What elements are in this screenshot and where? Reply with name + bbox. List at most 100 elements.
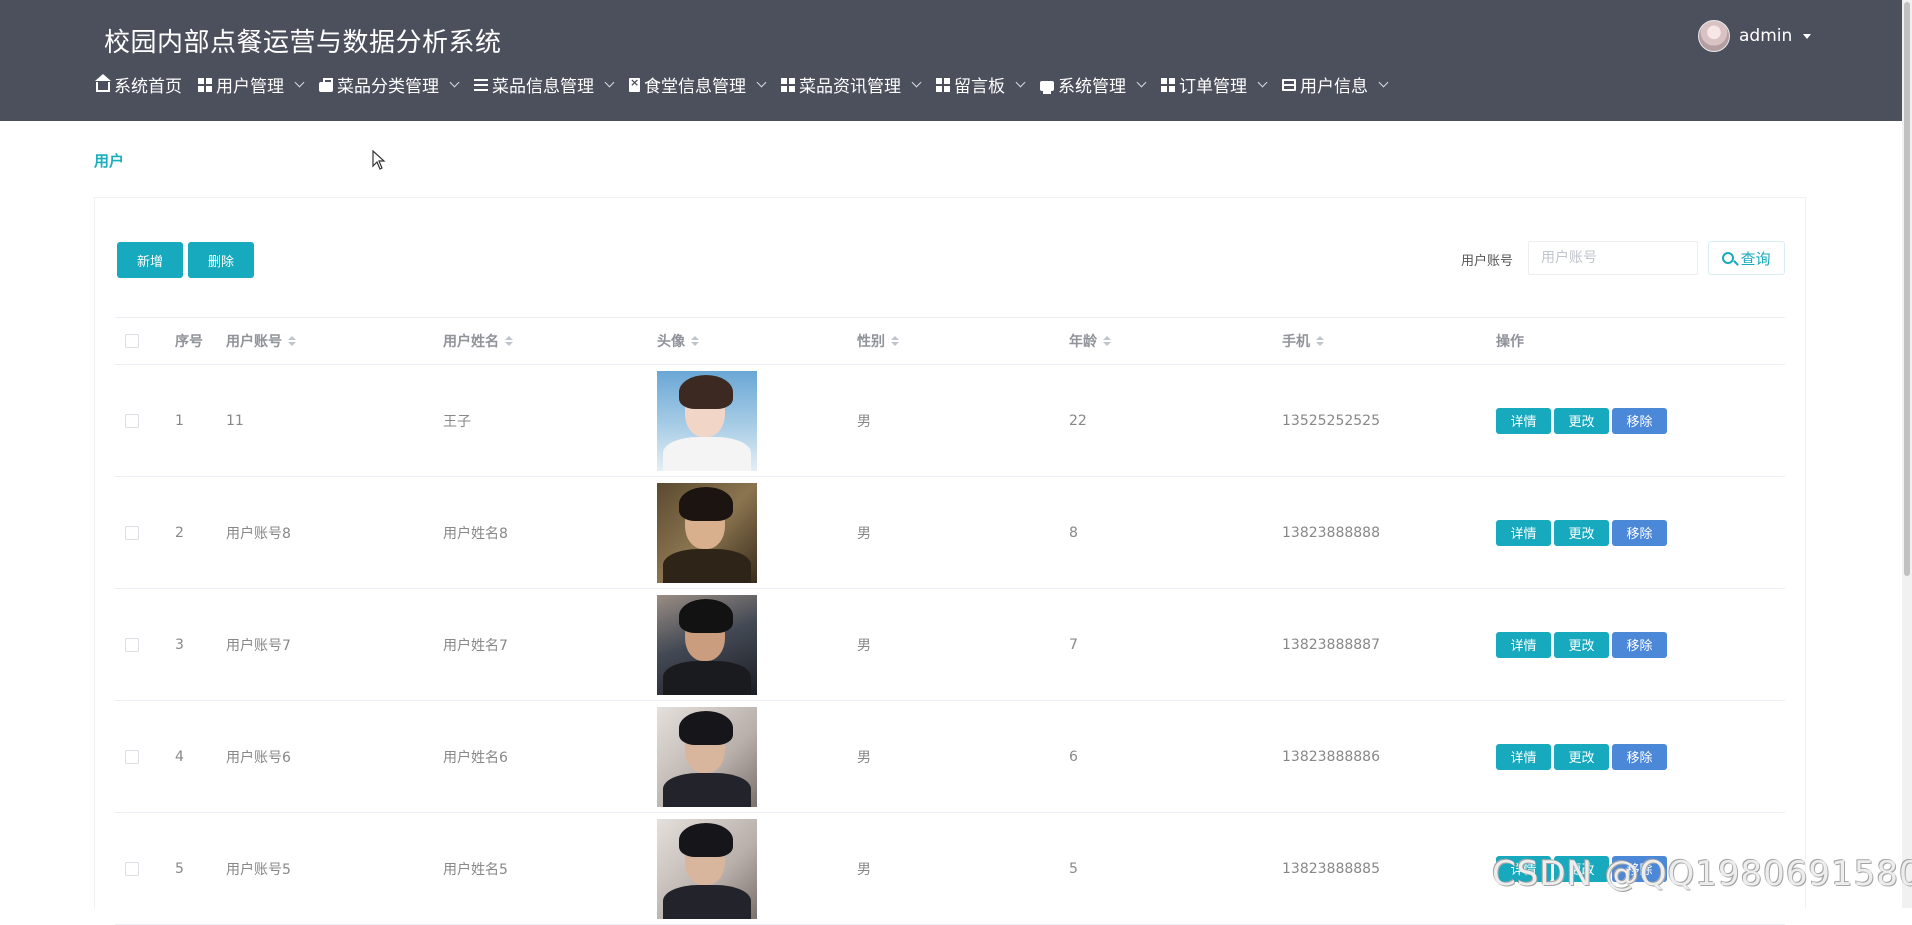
vertical-scrollbar[interactable] [1902, 0, 1912, 908]
nav-label: 食堂信息管理 [644, 77, 746, 97]
sort-icon[interactable] [1316, 336, 1324, 346]
main-nav: 系统首页 用户管理 菜品分类管理 菜品信息管理 食堂信息管理 菜品资讯管理 [95, 72, 1389, 97]
column-header-phone[interactable]: 手机 [1282, 318, 1324, 364]
user-avatar-image[interactable] [657, 371, 757, 471]
detail-button[interactable]: 详情 [1496, 743, 1551, 770]
mouse-cursor-icon [372, 150, 386, 170]
row-index: 3 [175, 636, 184, 653]
detail-button[interactable]: 详情 [1496, 407, 1551, 434]
caret-down-icon [1803, 33, 1812, 39]
row-account: 用户账号6 [226, 749, 291, 766]
row-index: 2 [175, 524, 184, 541]
table-row: 2 用户账号8 用户姓名8 男 8 13823888888 详情 更改 移除 [115, 477, 1785, 589]
table-header: 序号 用户账号 用户姓名 头像 性别 年龄 手机 操作 [115, 318, 1785, 365]
sort-icon[interactable] [1103, 336, 1111, 346]
grid-icon [936, 77, 950, 92]
home-icon [95, 73, 111, 92]
chevron-down-icon [1136, 77, 1147, 88]
grid-icon [1161, 77, 1175, 92]
remove-button[interactable]: 移除 [1612, 519, 1667, 546]
row-phone: 13823888887 [1282, 636, 1380, 653]
user-avatar-image[interactable] [657, 819, 757, 919]
nav-label: 留言板 [954, 77, 1005, 97]
sort-icon[interactable] [891, 336, 899, 346]
detail-button[interactable]: 详情 [1496, 519, 1551, 546]
column-label: 用户姓名 [443, 334, 499, 350]
row-checkbox[interactable] [125, 861, 139, 876]
column-header-gender[interactable]: 性别 [857, 318, 899, 364]
nav-item-message-board[interactable]: 留言板 [936, 72, 1026, 97]
remove-button[interactable]: 移除 [1612, 407, 1667, 434]
remove-button[interactable]: 移除 [1612, 631, 1667, 658]
card-icon [1282, 79, 1296, 91]
breadcrumb[interactable]: 用户 [94, 150, 124, 171]
row-gender: 男 [857, 413, 871, 430]
row-index: 5 [175, 860, 184, 877]
nav-item-dish-news[interactable]: 菜品资讯管理 [781, 72, 922, 97]
row-checkbox[interactable] [125, 749, 139, 764]
search-button-label: 查询 [1740, 249, 1771, 268]
column-label: 手机 [1282, 334, 1310, 350]
user-avatar-image[interactable] [657, 595, 757, 695]
row-checkbox[interactable] [125, 637, 139, 652]
row-actions: 详情 更改 移除 [1496, 589, 1670, 700]
row-actions: 详情 更改 移除 [1496, 701, 1670, 812]
row-name: 用户姓名7 [443, 637, 508, 654]
search-button[interactable]: 查询 [1708, 241, 1785, 275]
column-header-avatar[interactable]: 头像 [657, 318, 699, 364]
select-all-checkbox[interactable] [125, 334, 139, 348]
edit-button[interactable]: 更改 [1554, 743, 1609, 770]
top-header: 校园内部点餐运营与数据分析系统 admin 系统首页 用户管理 菜品分类管理 菜… [0, 0, 1902, 121]
nav-label: 订单管理 [1179, 77, 1247, 97]
app-title: 校园内部点餐运营与数据分析系统 [104, 28, 502, 58]
remove-button[interactable]: 移除 [1612, 743, 1667, 770]
row-gender: 男 [857, 749, 871, 766]
delete-button[interactable]: 删除 [188, 242, 254, 278]
nav-item-canteen-info[interactable]: 食堂信息管理 [629, 72, 767, 97]
row-name: 用户姓名6 [443, 749, 508, 766]
row-account: 用户账号8 [226, 525, 291, 542]
edit-button[interactable]: 更改 [1554, 519, 1609, 546]
detail-button[interactable]: 详情 [1496, 631, 1551, 658]
edit-button[interactable]: 更改 [1554, 407, 1609, 434]
column-header-actions: 操作 [1496, 334, 1524, 350]
nav-label: 系统首页 [114, 77, 182, 97]
nav-item-user-management[interactable]: 用户管理 [198, 72, 305, 97]
row-phone: 13525252525 [1282, 412, 1380, 429]
sort-icon[interactable] [691, 336, 699, 346]
row-index: 1 [175, 412, 184, 429]
nav-item-system-management[interactable]: 系统管理 [1040, 72, 1147, 97]
edit-button[interactable]: 更改 [1554, 631, 1609, 658]
nav-item-dish-info[interactable]: 菜品信息管理 [474, 72, 615, 97]
row-gender: 男 [857, 525, 871, 542]
add-button[interactable]: 新增 [117, 242, 183, 278]
printer-icon [1040, 80, 1054, 94]
grid-icon [198, 77, 212, 92]
row-phone: 13823888888 [1282, 524, 1380, 541]
bag-icon [319, 77, 333, 92]
row-actions: 详情 更改 移除 [1496, 477, 1670, 588]
row-account: 用户账号5 [226, 861, 291, 878]
chevron-down-icon [756, 77, 767, 88]
table-row: 3 用户账号7 用户姓名7 男 7 13823888887 详情 更改 移除 [115, 589, 1785, 701]
column-header-account[interactable]: 用户账号 [226, 318, 296, 364]
row-checkbox[interactable] [125, 525, 139, 540]
user-avatar-image[interactable] [657, 707, 757, 807]
scrollbar-thumb[interactable] [1904, 2, 1910, 576]
nav-item-user-info[interactable]: 用户信息 [1282, 72, 1389, 97]
nav-item-dish-category[interactable]: 菜品分类管理 [319, 72, 460, 97]
search-input[interactable] [1528, 241, 1698, 275]
watermark: CSDN @QQ1980691580 [1492, 854, 1912, 894]
sort-icon[interactable] [505, 336, 513, 346]
row-name: 用户姓名5 [443, 861, 508, 878]
sort-icon[interactable] [288, 336, 296, 346]
user-avatar-image[interactable] [657, 483, 757, 583]
column-header-name[interactable]: 用户姓名 [443, 318, 513, 364]
nav-label: 用户信息 [1300, 77, 1368, 97]
table-row: 4 用户账号6 用户姓名6 男 6 13823888886 详情 更改 移除 [115, 701, 1785, 813]
nav-item-home[interactable]: 系统首页 [95, 72, 182, 97]
column-header-age[interactable]: 年龄 [1069, 318, 1111, 364]
user-menu[interactable]: admin [1698, 19, 1812, 53]
row-checkbox[interactable] [125, 413, 139, 428]
nav-item-order-management[interactable]: 订单管理 [1161, 72, 1268, 97]
